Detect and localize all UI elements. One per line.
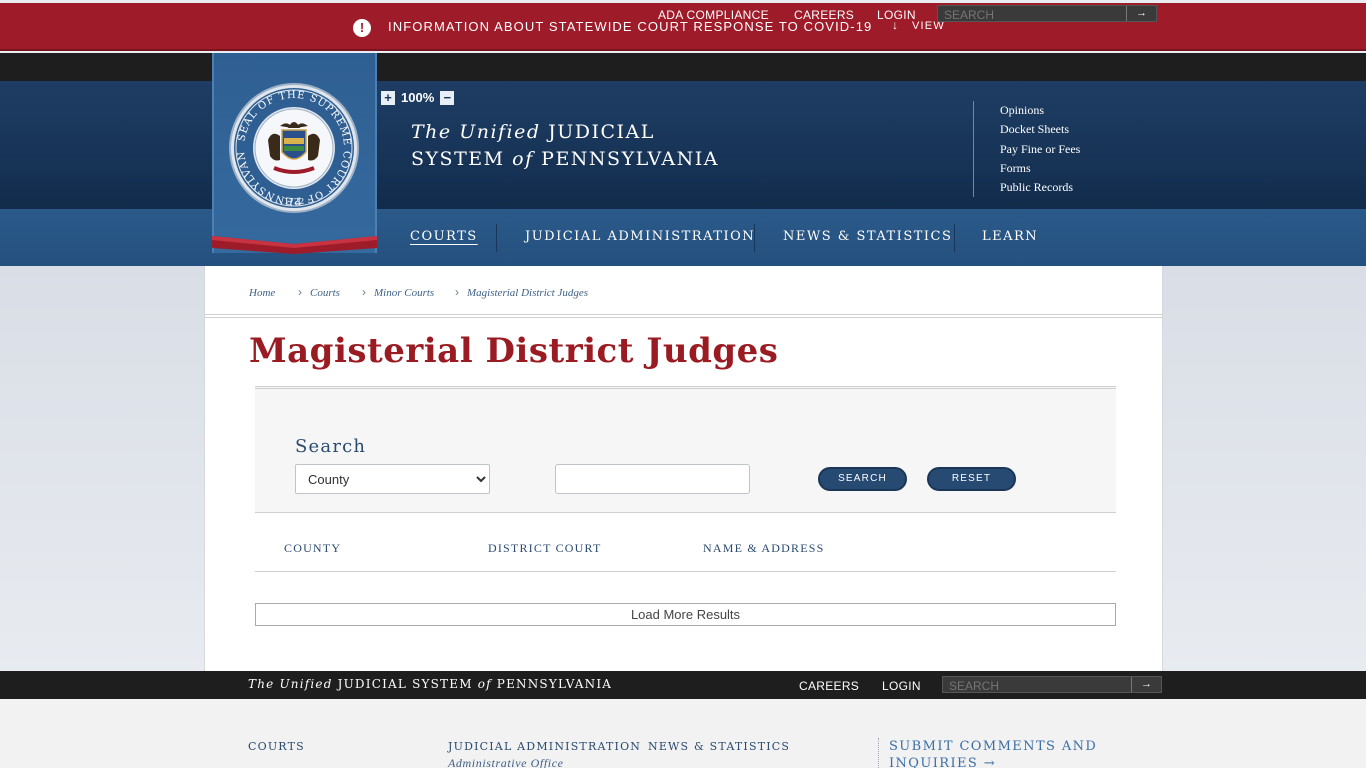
search-button[interactable]: SEARCH (818, 467, 907, 491)
logo-of: of (512, 148, 534, 170)
login-link[interactable]: LOGIN (877, 8, 916, 22)
logo-the-unified: The Unified (411, 121, 541, 143)
careers-link[interactable]: CAREERS (794, 8, 854, 22)
exclamation-icon: ! (353, 19, 371, 37)
breadcrumb-current: Magisterial District Judges (467, 287, 588, 299)
ada-compliance-link[interactable]: ADA COMPLIANCE (658, 8, 769, 22)
site-logo-line2[interactable]: SYSTEM of PENNSYLVANIA (411, 148, 719, 170)
quick-link-forms[interactable]: Forms (1000, 161, 1031, 176)
search-heading: Search (295, 436, 367, 457)
header-search: → (937, 5, 1157, 23)
logo-pennsylvania: PENNSYLVANIA (541, 148, 719, 170)
nav-news-statistics[interactable]: NEWS & STATISTICS (783, 229, 952, 244)
nav-courts[interactable]: COURTS (410, 229, 478, 244)
nav-separator (754, 224, 755, 252)
breadcrumb-minor-courts[interactable]: Minor Courts (374, 287, 434, 299)
footer-careers-link[interactable]: CAREERS (799, 679, 859, 693)
zoom-control: + 100% − (381, 90, 455, 105)
footer-logo-pennsylvania: PENNSYLVANIA (496, 677, 613, 691)
footer-col-courts[interactable]: COURTS (248, 740, 305, 753)
county-select[interactable]: County (295, 464, 490, 494)
quick-link-public-records[interactable]: Public Records (1000, 180, 1073, 195)
footer-divider (878, 738, 879, 768)
quick-link-docket-sheets[interactable]: Docket Sheets (1000, 122, 1069, 137)
footer-logo[interactable]: The Unified JUDICIAL SYSTEM of PENNSYLVA… (248, 677, 612, 691)
footer-admin-office-link[interactable]: Administrative Office (448, 756, 564, 768)
search-input[interactable] (938, 7, 1128, 23)
seal-year: 1722 (284, 197, 304, 206)
quick-link-pay-fine[interactable]: Pay Fine or Fees (1000, 142, 1080, 157)
quick-link-opinions[interactable]: Opinions (1000, 103, 1044, 118)
site-header (0, 81, 1366, 209)
nav-judicial-administration[interactable]: JUDICIAL ADMINISTRATION (525, 229, 755, 244)
nav-separator (954, 224, 955, 252)
footer-login-link[interactable]: LOGIN (882, 679, 921, 693)
reset-button[interactable]: RESET (927, 467, 1016, 491)
seal-banner-ribbon (212, 236, 377, 254)
chevron-right-icon: › (362, 285, 366, 299)
utility-bar (0, 53, 1366, 81)
submit-comments-link[interactable]: SUBMIT COMMENTS AND INQUIRIES → (889, 738, 1099, 768)
zoom-level: 100% (401, 90, 435, 105)
nav-separator (496, 224, 497, 252)
column-header-county[interactable]: COUNTY (284, 541, 341, 556)
chevron-right-icon: › (455, 285, 459, 299)
chevron-right-icon: › (298, 285, 302, 299)
footer-search-input[interactable] (943, 678, 1133, 694)
footer-col-judicial-administration[interactable]: JUDICIAL ADMINISTRATION (448, 740, 641, 753)
supreme-court-seal-logo[interactable]: SEAL OF THE SUPREME COURT OF PENNSYLVANI… (228, 82, 360, 214)
footer-logo-judicial-system: JUDICIAL SYSTEM (337, 677, 473, 691)
logo-system: SYSTEM (411, 148, 505, 170)
footer-search-submit-icon[interactable]: → (1131, 677, 1161, 692)
footer-logo-the-unified: The Unified (248, 677, 333, 691)
column-header-district-court[interactable]: DISTRICT COURT (488, 541, 602, 556)
search-text-field[interactable] (555, 464, 750, 494)
site-logo-line1[interactable]: The Unified JUDICIAL (411, 121, 655, 143)
footer-main (0, 699, 1366, 768)
breadcrumb-courts[interactable]: Courts (310, 287, 340, 299)
quick-links-divider (973, 101, 974, 197)
footer-search: → (942, 676, 1162, 694)
search-submit-icon[interactable]: → (1126, 6, 1156, 21)
column-header-name-address[interactable]: NAME & ADDRESS (703, 541, 824, 556)
table-divider (255, 571, 1116, 572)
nav-learn[interactable]: LEARN (982, 229, 1038, 244)
logo-judicial: JUDICIAL (548, 121, 655, 143)
zoom-out-button[interactable]: − (440, 90, 455, 105)
zoom-in-button[interactable]: + (381, 90, 395, 105)
breadcrumb-divider (204, 314, 1163, 318)
footer-col-news-statistics[interactable]: NEWS & STATISTICS (648, 740, 790, 753)
load-more-button[interactable]: Load More Results (255, 603, 1116, 626)
page-title: Magisterial District Judges (249, 331, 779, 371)
breadcrumb-home[interactable]: Home (249, 287, 275, 299)
footer-logo-of: of (477, 677, 492, 691)
